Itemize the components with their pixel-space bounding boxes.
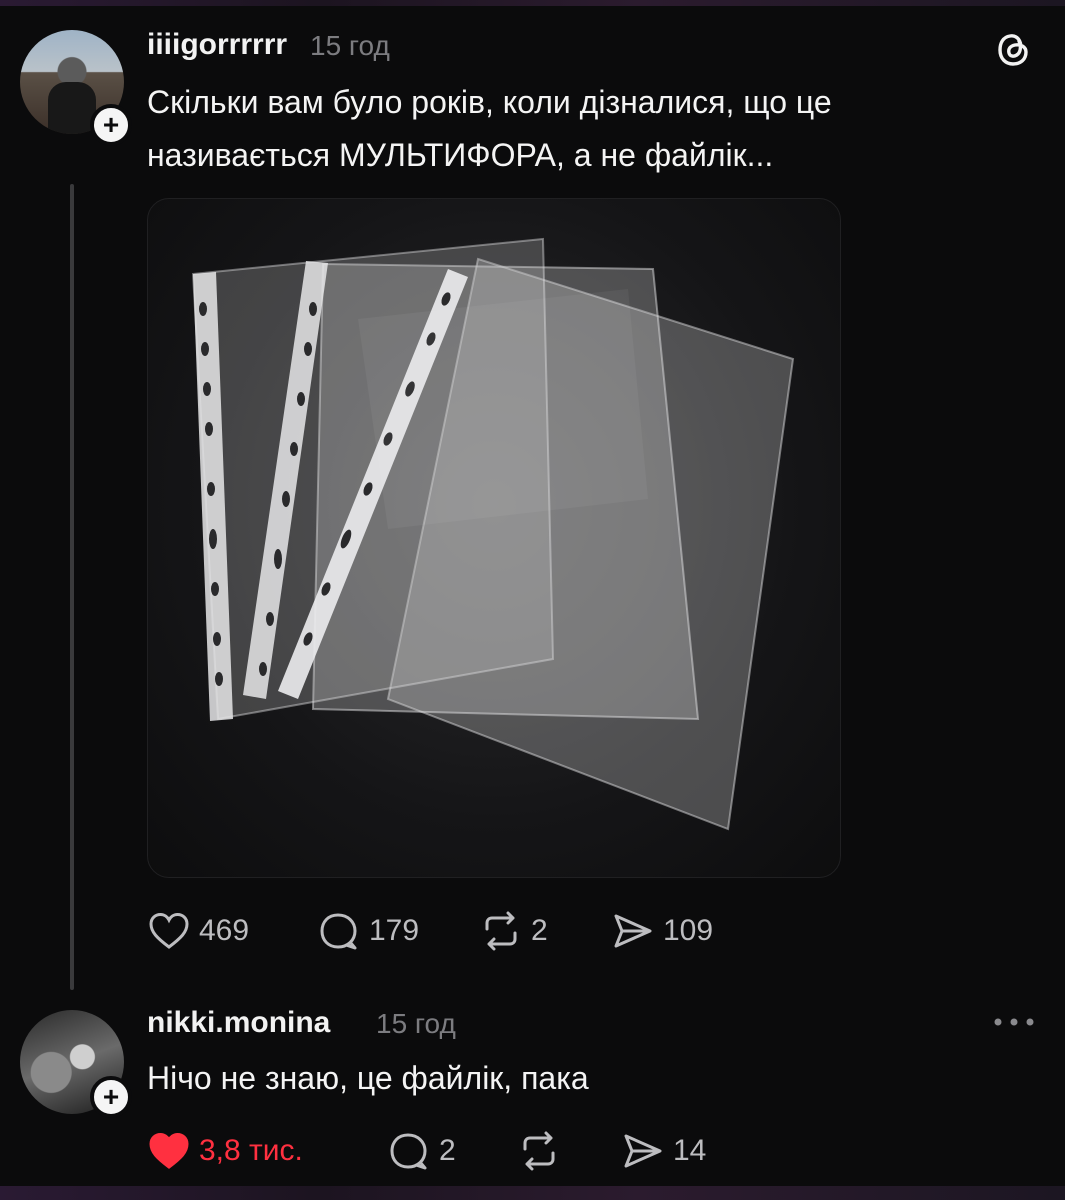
username[interactable]: nikki.monina — [147, 1006, 330, 1040]
post-text-line: називається МУЛЬТИФОРА, а не файлік... — [147, 137, 774, 173]
comment-count: 179 — [369, 914, 420, 947]
share-button[interactable]: 109 — [611, 906, 751, 956]
comment-count: 2 — [439, 1134, 456, 1167]
send-icon — [614, 914, 652, 948]
username[interactable]: iiiigorrrrrr — [147, 28, 287, 62]
like-count: 3,8 тис. — [199, 1134, 303, 1167]
comment-button[interactable]: 2 — [387, 1126, 517, 1176]
post-text-line: Скільки вам було років, коли дізналися, … — [147, 84, 832, 120]
repost-icon — [523, 1131, 555, 1171]
repost-icon — [485, 911, 517, 951]
threads-logo-icon[interactable] — [990, 26, 1036, 72]
repost-button[interactable] — [517, 1126, 621, 1176]
repost-button[interactable]: 2 — [479, 906, 611, 956]
comment-button[interactable]: 179 — [317, 906, 479, 956]
heart-icon — [149, 912, 189, 949]
follow-button[interactable]: + — [90, 1076, 132, 1118]
comment-bubble-icon — [390, 1133, 427, 1170]
heart-icon — [149, 1132, 189, 1169]
like-count: 469 — [199, 914, 250, 947]
post-text: Скільки вам було років, коли дізналися, … — [147, 76, 1007, 182]
reply-text: Нічо не знаю, це файлік, пака — [147, 1060, 589, 1096]
post-image[interactable] — [147, 198, 841, 878]
like-button[interactable]: 3,8 тис. — [147, 1126, 387, 1176]
post-time: 15 год — [310, 30, 390, 61]
send-icon — [624, 1134, 662, 1168]
follow-button[interactable]: + — [90, 104, 132, 146]
share-count: 14 — [673, 1134, 707, 1167]
comment-bubble-icon — [320, 913, 357, 950]
share-count: 109 — [663, 914, 714, 947]
bottom-edge-strip — [0, 1186, 1065, 1200]
main-post: + iiiigorrrrrr 15 год Скільки вам було р… — [0, 6, 1065, 996]
reply-post: + nikki.monina 15 год Нічо не знаю, це ф… — [0, 996, 1065, 1186]
reply-actions: 3,8 тис. 2 14 — [147, 1126, 741, 1176]
repost-count: 2 — [531, 914, 548, 947]
like-button[interactable]: 469 — [147, 906, 317, 956]
sheet-protectors-photo — [191, 237, 795, 831]
share-button[interactable]: 14 — [621, 1126, 741, 1176]
post-actions: 469 179 2 109 — [147, 906, 751, 956]
thread-connector-line — [70, 184, 74, 990]
post-time: 15 год — [376, 1008, 456, 1039]
more-dots-icon[interactable] — [992, 1016, 1036, 1028]
